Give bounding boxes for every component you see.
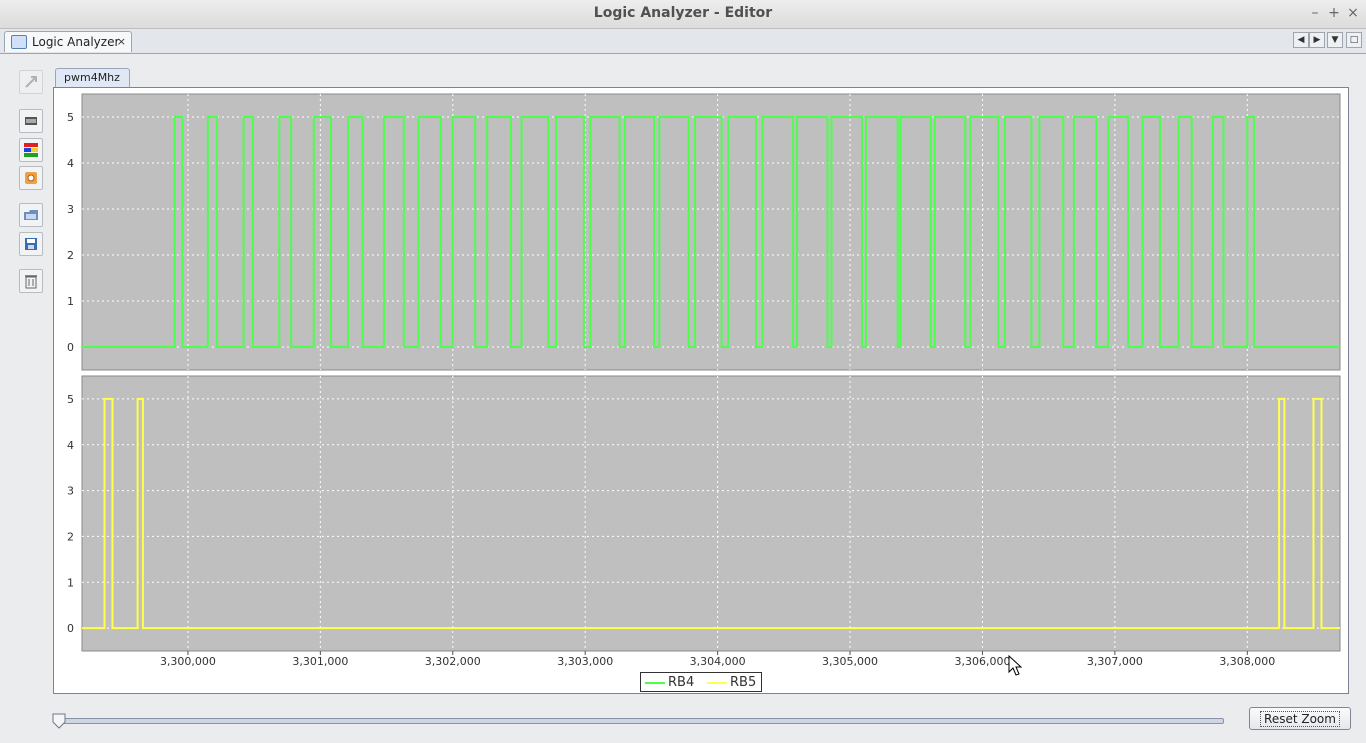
x-tick-label: 3,300,000	[160, 655, 216, 668]
y-tick-label: 1	[67, 576, 74, 589]
y-tick-label: 4	[67, 439, 74, 452]
y-tick-label: 0	[67, 341, 74, 354]
legend-item-rb5: RB5	[707, 675, 756, 690]
x-tick-label: 3,307,000	[1087, 655, 1143, 668]
legend-label-rb4: RB4	[668, 675, 695, 690]
y-tick-label: 1	[67, 295, 74, 308]
mouse-cursor-icon	[1008, 655, 1022, 676]
plot-area-rb5	[81, 375, 1341, 652]
legend-item-rb4: RB4	[645, 675, 694, 690]
legend-label-rb5: RB5	[730, 675, 757, 690]
y-tick-label: 4	[67, 157, 74, 170]
y-tick-label: 5	[67, 393, 74, 406]
x-tick-label: 3,305,000	[822, 655, 878, 668]
x-tick-label: 3,308,000	[1219, 655, 1275, 668]
x-tick-label: 3,301,000	[292, 655, 348, 668]
x-tick-label: 3,303,000	[557, 655, 613, 668]
reset-zoom-label: Reset Zoom	[1260, 710, 1340, 727]
zoom-slider-thumb[interactable]	[52, 713, 66, 729]
plot-area-rb4	[81, 93, 1341, 371]
logic-analyzer-chart[interactable]: 0 1 2 3 4 5 0 1 2 3 4 5 3,300,000 3,301,000 3,302,000 3…	[0, 0, 1366, 743]
chart-legend: RB4 RB5	[640, 672, 762, 692]
zoom-slider-track[interactable]	[58, 718, 1224, 724]
legend-swatch-rb5	[707, 681, 727, 684]
y-tick-label: 0	[67, 622, 74, 635]
reset-zoom-button[interactable]: Reset Zoom	[1249, 707, 1351, 730]
x-tick-label: 3,302,000	[425, 655, 481, 668]
y-tick-label: 3	[67, 203, 74, 216]
y-tick-label: 3	[67, 485, 74, 498]
y-tick-label: 2	[67, 530, 74, 543]
x-tick-label: 3,304,000	[690, 655, 746, 668]
x-tick-label: 3,306,000	[954, 655, 1010, 668]
legend-swatch-rb4	[645, 681, 665, 684]
y-tick-label: 5	[67, 111, 74, 124]
y-tick-label: 2	[67, 249, 74, 262]
